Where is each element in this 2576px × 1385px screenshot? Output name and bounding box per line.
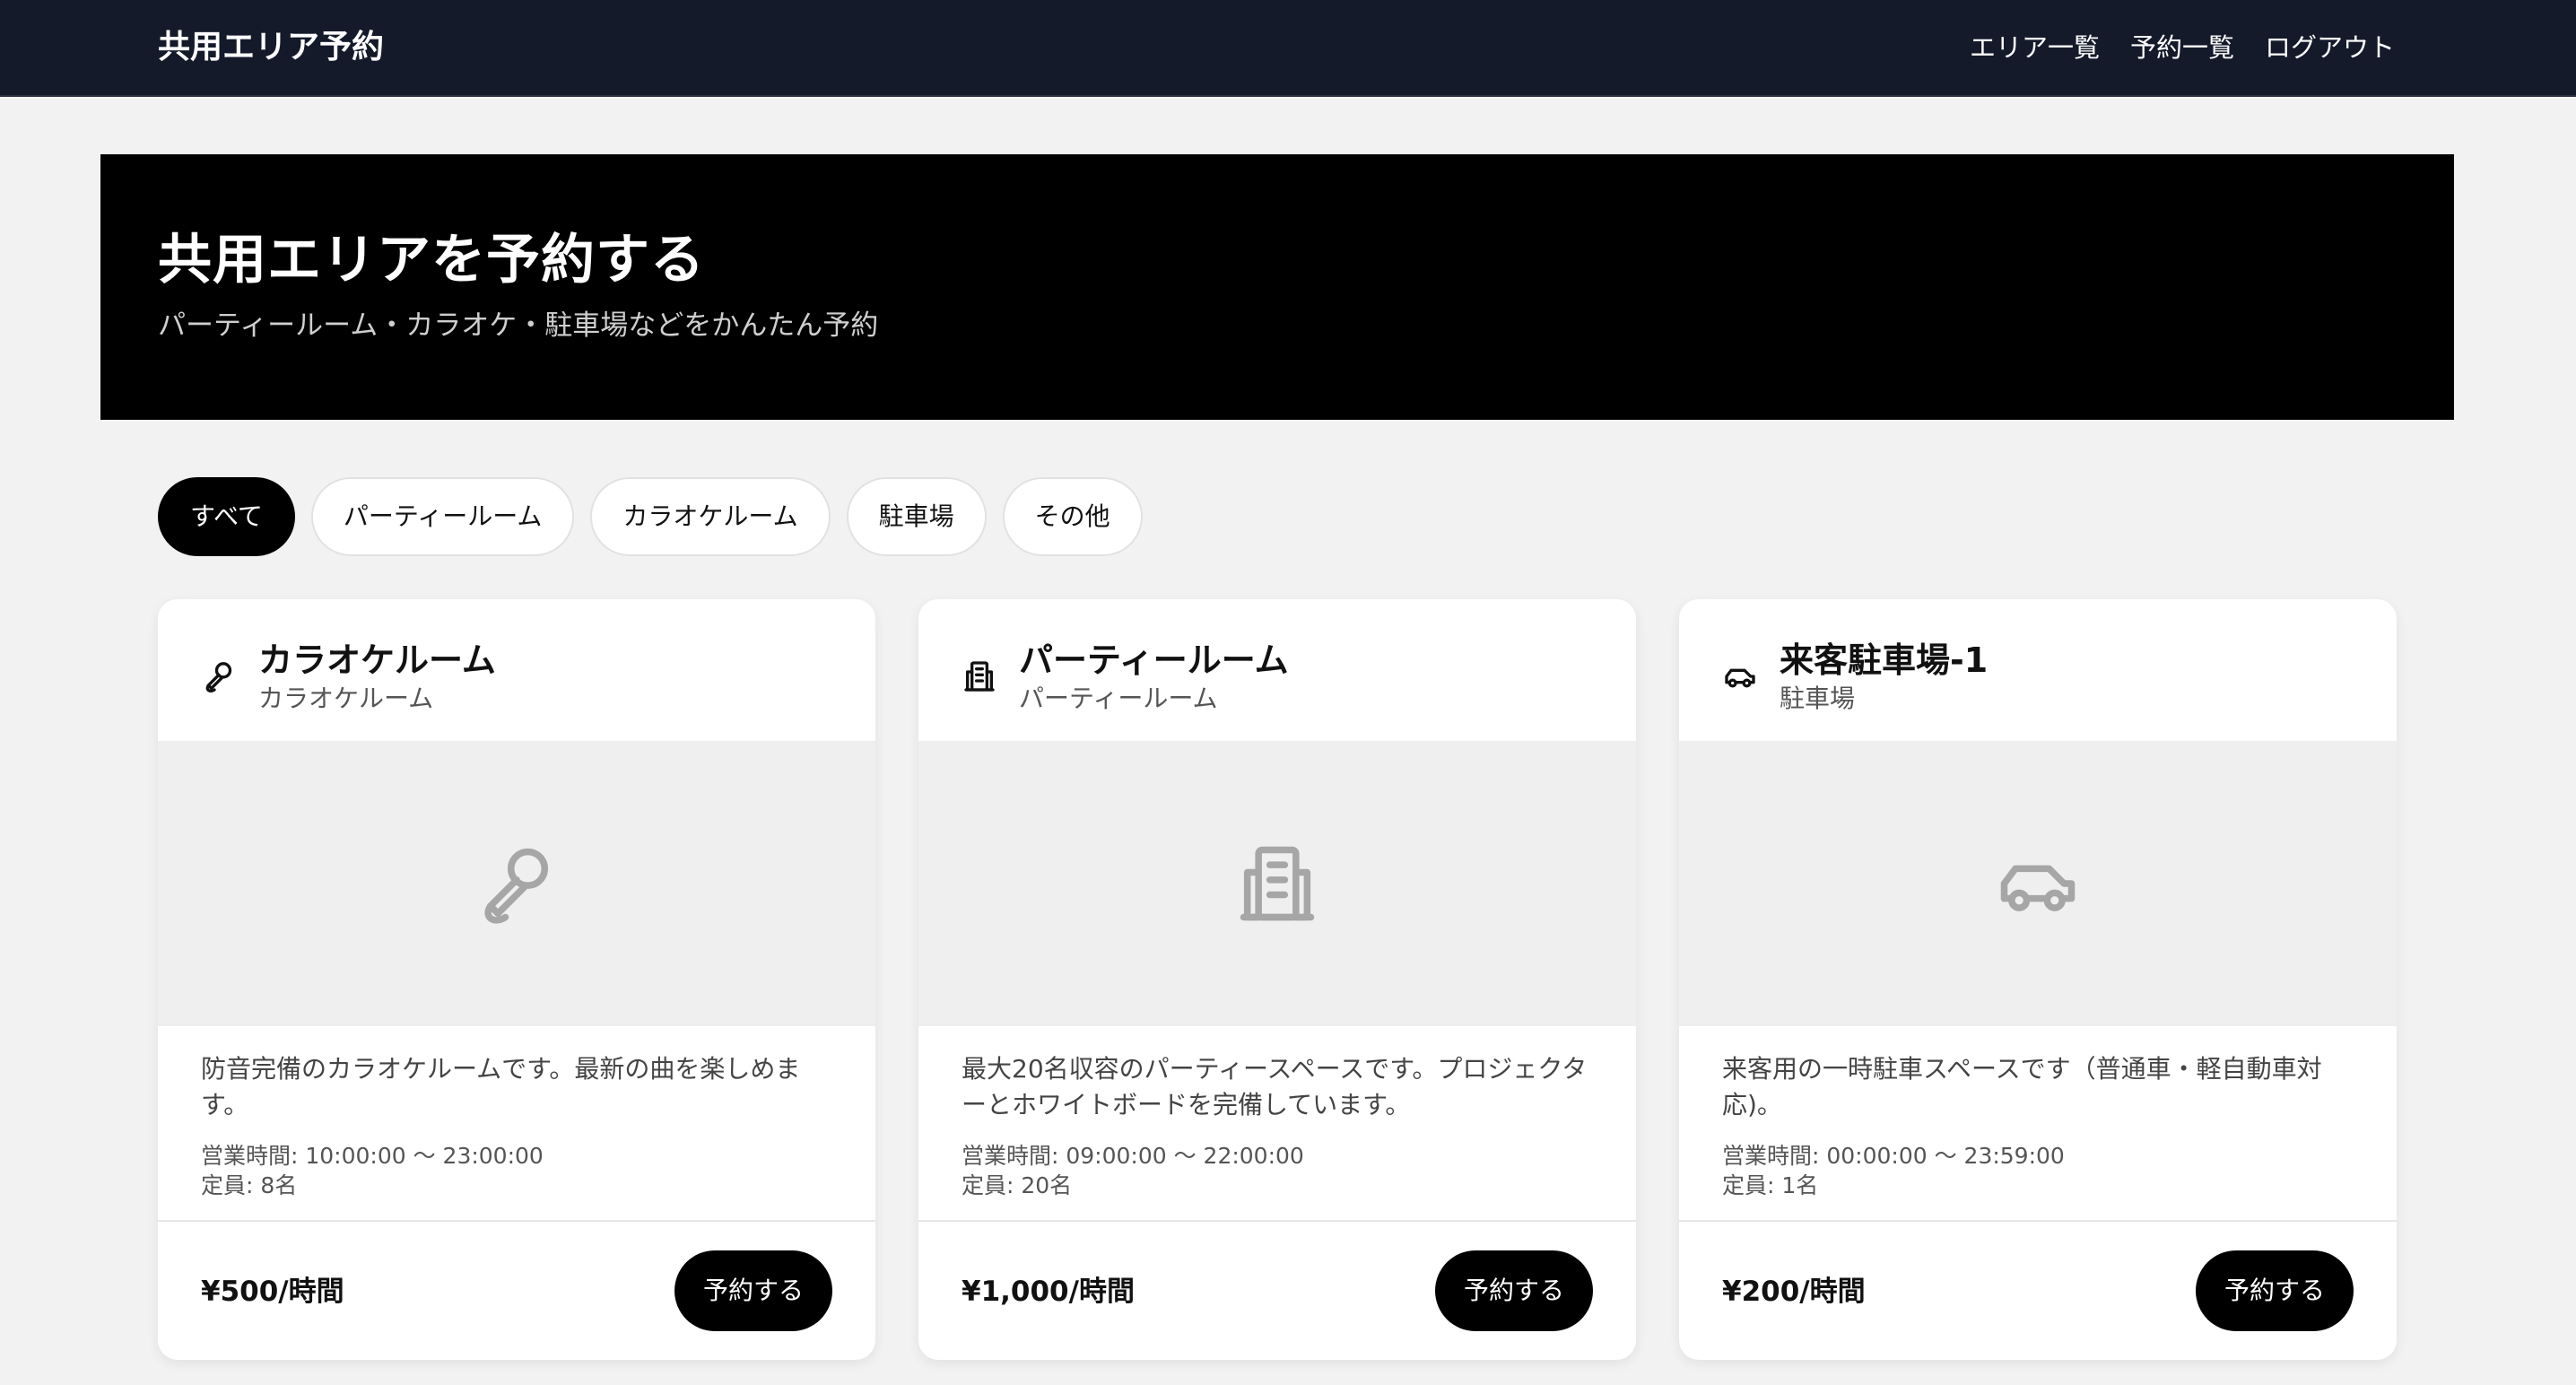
- card-meta: 営業時間: 09:00:00 〜 22:00:00 定員: 20名: [962, 1141, 1589, 1200]
- microphone-icon: [205, 662, 232, 692]
- card-description: 来客用の一時駐車スペースです（普通車・軽自動車対応)。: [1722, 1054, 2322, 1119]
- card-description: 防音完備のカラオケルームです。最新の曲を楽しめます。: [201, 1054, 801, 1119]
- reserve-button[interactable]: 予約する: [674, 1250, 832, 1331]
- building-icon: [964, 661, 995, 692]
- card-title: カラオケルーム: [258, 640, 496, 680]
- filter-chip-all[interactable]: すべて: [158, 477, 295, 556]
- brand-title[interactable]: 共用エリア予約: [158, 25, 384, 70]
- card-footer: ¥200/時間 予約する: [1679, 1220, 2397, 1360]
- nav-link-area-list[interactable]: エリア一覧: [1970, 25, 2100, 70]
- top-navbar: 共用エリア予約 エリア一覧 予約一覧 ログアウト: [0, 0, 2576, 97]
- card-image-placeholder: [158, 741, 875, 1026]
- card-hours: 営業時間: 00:00:00 〜 23:59:00: [1722, 1143, 2065, 1169]
- card-footer: ¥500/時間 予約する: [158, 1220, 875, 1360]
- card-meta: 営業時間: 10:00:00 〜 23:00:00 定員: 8名: [201, 1141, 829, 1200]
- area-card-list: カラオケルーム カラオケルーム 防音完備のカラオケルームです。最新の曲を楽しめま…: [158, 599, 2398, 1362]
- nav-link-reservation-list[interactable]: 予約一覧: [2130, 25, 2234, 70]
- card-footer: ¥1,000/時間 予約する: [918, 1220, 1636, 1360]
- hero-title: 共用エリアを予約する: [158, 229, 705, 292]
- microphone-icon: [484, 848, 548, 924]
- filter-chip-karaoke-room[interactable]: カラオケルーム: [590, 477, 831, 556]
- card-meta: 営業時間: 00:00:00 〜 23:59:00 定員: 1名: [1722, 1141, 2350, 1200]
- card-image-placeholder: [918, 741, 1636, 1026]
- filter-chip-other[interactable]: その他: [1002, 477, 1143, 556]
- nav-link-logout[interactable]: ログアウト: [2265, 25, 2395, 70]
- nav-links: エリア一覧 予約一覧 ログアウト: [1970, 25, 2395, 70]
- card-header: パーティールーム パーティールーム: [918, 599, 1636, 741]
- card-title: 来客駐車場-1: [1780, 640, 1989, 680]
- card-hours: 営業時間: 09:00:00 〜 22:00:00: [962, 1143, 1304, 1169]
- card-type: パーティールーム: [1019, 684, 1218, 713]
- car-icon: [2000, 865, 2076, 911]
- reserve-button[interactable]: 予約する: [1435, 1250, 1593, 1331]
- card-capacity: 定員: 20名: [962, 1172, 1073, 1198]
- hero-banner: 共用エリアを予約する パーティールーム・カラオケ・駐車場などをかんたん予約: [100, 154, 2454, 420]
- category-filter: すべて パーティールーム カラオケルーム 駐車場 その他: [158, 477, 1143, 556]
- filter-chip-party-room[interactable]: パーティールーム: [310, 477, 575, 556]
- card-image-placeholder: [1679, 741, 2397, 1026]
- card-description: 最大20名収容のパーティースペースです。プロジェクターとホワイトボードを完備して…: [962, 1054, 1588, 1119]
- card-capacity: 定員: 1名: [1722, 1172, 1819, 1198]
- card-capacity: 定員: 8名: [201, 1172, 298, 1198]
- area-card-karaoke: カラオケルーム カラオケルーム 防音完備のカラオケルームです。最新の曲を楽しめま…: [158, 599, 875, 1360]
- card-header: カラオケルーム カラオケルーム: [158, 599, 875, 741]
- hero-subtitle: パーティールーム・カラオケ・駐車場などをかんたん予約: [158, 309, 879, 342]
- card-type: 駐車場: [1780, 684, 1856, 713]
- card-title: パーティールーム: [1019, 640, 1289, 680]
- card-type: カラオケルーム: [258, 684, 434, 713]
- reserve-button[interactable]: 予約する: [2196, 1250, 2354, 1331]
- building-icon: [1240, 846, 1315, 921]
- filter-chip-parking[interactable]: 駐車場: [846, 477, 987, 556]
- card-price: ¥500/時間: [201, 1276, 344, 1308]
- area-card-parking: 来客駐車場-1 駐車場 来客用の一時駐車スペースです（普通車・軽自動車対応)。 …: [1679, 599, 2397, 1360]
- card-price: ¥200/時間: [1722, 1276, 1866, 1308]
- card-header: 来客駐車場-1 駐車場: [1679, 599, 2397, 741]
- area-card-party-room: パーティールーム パーティールーム 最大20名収容のパーティースペースです。プロ…: [918, 599, 1636, 1360]
- car-icon: [1725, 668, 1755, 688]
- card-hours: 営業時間: 10:00:00 〜 23:00:00: [201, 1143, 544, 1169]
- card-price: ¥1,000/時間: [962, 1276, 1135, 1308]
